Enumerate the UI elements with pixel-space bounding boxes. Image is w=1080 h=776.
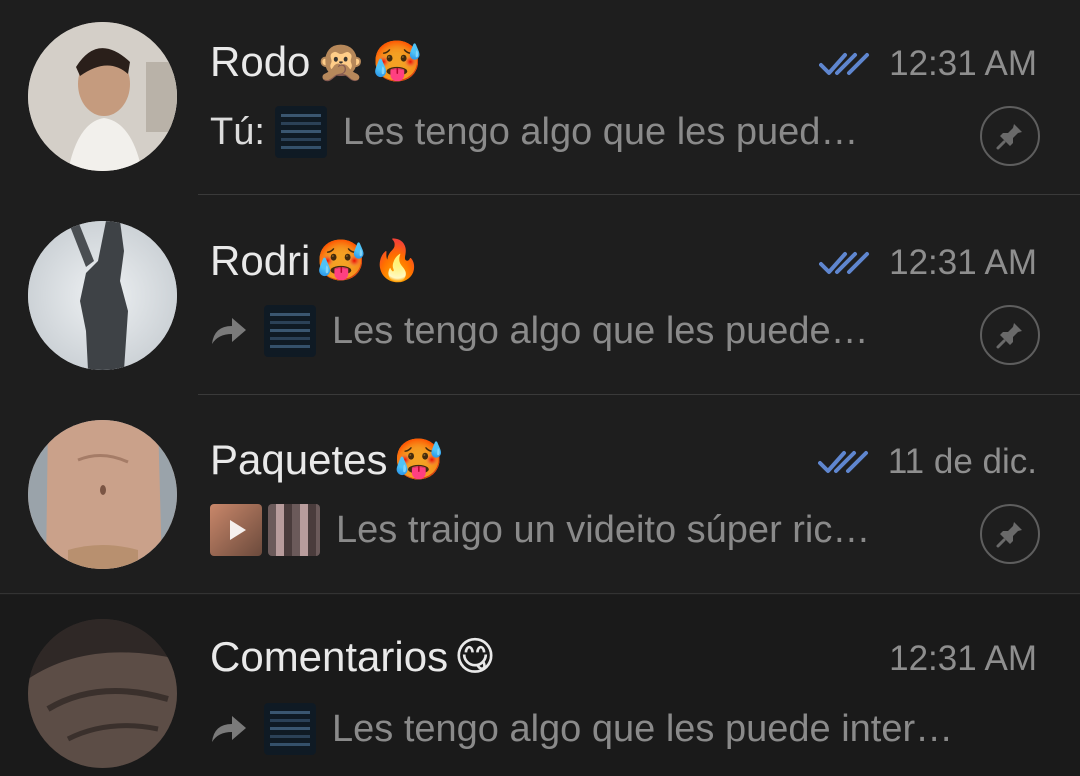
chat-name: Rodri 🥵 🔥: [210, 237, 422, 285]
pin-icon[interactable]: [980, 106, 1040, 166]
chat-preview: Les traigo un videito súper ric…: [210, 504, 870, 556]
emoji: 🥵: [316, 239, 367, 283]
chat-name-text: Comentarios: [210, 633, 449, 680]
chat-preview: Tú: Les tengo algo que les pued…: [210, 106, 858, 158]
sender-prefix: Tú:: [210, 110, 265, 153]
emoji: 🥵: [372, 40, 423, 84]
preview-text: Les tengo algo que les puede…: [332, 309, 869, 352]
chat-row-paquetes[interactable]: Paquetes 🥵 11 de dic. Les traigo un vide…: [0, 398, 1080, 597]
avatar[interactable]: [28, 22, 177, 171]
chat-time: 12:31 AM: [889, 639, 1037, 679]
time-text: 11 de dic.: [887, 442, 1037, 481]
image-thumbnail: [264, 305, 316, 357]
avatar[interactable]: [28, 221, 177, 370]
double-check-icon: [819, 252, 870, 274]
divider: [198, 194, 1080, 195]
chat-row-comentarios[interactable]: Comentarios 😋 12:31 AM Les tengo algo qu…: [0, 595, 1080, 776]
divider: [198, 394, 1080, 395]
chat-name-text: Rodo: [210, 38, 311, 85]
avatar[interactable]: [28, 420, 177, 569]
chat-list: Rodo 🙊 🥵 12:31 AM Tú: Les tengo algo que…: [0, 0, 1080, 776]
chat-preview: Les tengo algo que les puede…: [210, 305, 869, 357]
time-text: 12:31 AM: [889, 44, 1037, 83]
video-thumbnail: [210, 504, 262, 556]
forward-icon: [212, 716, 246, 742]
section-divider: [0, 593, 1080, 594]
image-thumbnail: [268, 504, 320, 556]
chat-name-text: Paquetes: [210, 436, 388, 483]
double-check-icon: [817, 451, 868, 473]
emoji: 🥵: [393, 438, 444, 482]
pin-icon[interactable]: [980, 504, 1040, 564]
chat-name: Comentarios 😋: [210, 633, 496, 681]
preview-text: Les tengo algo que les puede inter…: [332, 707, 954, 750]
chat-name: Paquetes 🥵: [210, 436, 443, 484]
chat-time: 12:31 AM: [819, 243, 1037, 283]
emoji: 😋: [454, 635, 496, 679]
chat-name-text: Rodri: [210, 237, 311, 284]
preview-text: Les tengo algo que les pued…: [342, 110, 859, 153]
time-text: 12:31 AM: [889, 243, 1037, 282]
chat-time: 12:31 AM: [819, 44, 1037, 84]
avatar[interactable]: [28, 619, 177, 768]
double-check-icon: [819, 53, 870, 75]
chat-preview: Les tengo algo que les puede inter…: [210, 703, 953, 755]
chat-name: Rodo 🙊 🥵: [210, 38, 422, 86]
preview-text: Les traigo un videito súper ric…: [336, 508, 871, 551]
pin-icon[interactable]: [980, 305, 1040, 365]
forward-icon: [212, 318, 246, 344]
chat-row-rodri[interactable]: Rodri 🥵 🔥 12:31 AM Les tengo algo que le…: [0, 199, 1080, 398]
image-thumbnail: [274, 106, 327, 158]
chat-row-rodo[interactable]: Rodo 🙊 🥵 12:31 AM Tú: Les tengo algo que…: [0, 0, 1080, 199]
emoji: 🙊: [316, 40, 367, 84]
image-thumbnail: [264, 703, 316, 755]
time-text: 12:31 AM: [889, 639, 1037, 678]
chat-time: 11 de dic.: [817, 442, 1037, 482]
emoji: 🔥: [372, 239, 422, 283]
